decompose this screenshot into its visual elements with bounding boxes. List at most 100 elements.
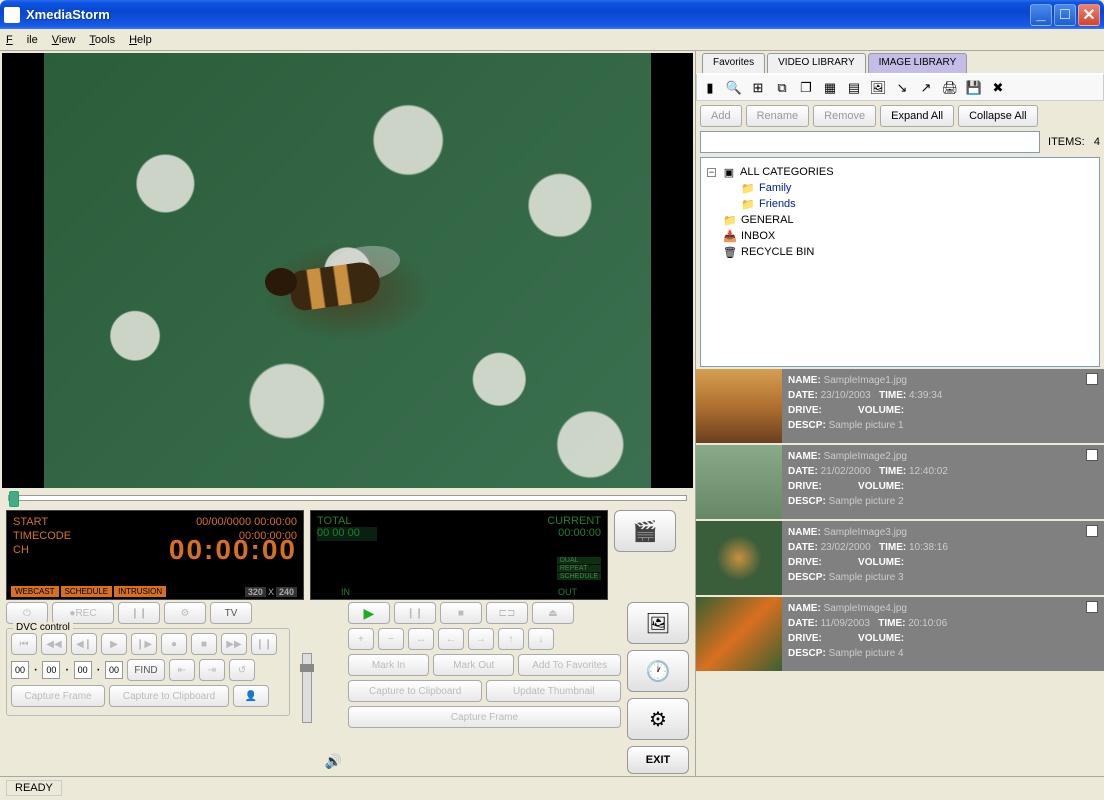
- expand-all-button[interactable]: Expand All: [880, 105, 954, 127]
- menu-help[interactable]: Help: [129, 34, 152, 46]
- tv-button[interactable]: TV: [210, 602, 252, 624]
- up-button[interactable]: ↑: [498, 628, 524, 650]
- eject-button[interactable]: ⏏: [532, 602, 574, 624]
- grid2-icon[interactable]: ▤: [845, 79, 863, 97]
- capture-frame-button[interactable]: Capture Frame: [11, 685, 105, 707]
- capture-frame2-button[interactable]: Capture Frame: [348, 706, 621, 728]
- dvc-tc-2[interactable]: [74, 661, 92, 679]
- dvc-tc-1[interactable]: [42, 661, 60, 679]
- titlebar[interactable]: ◆ XmediaStorm _ □ ✕: [0, 0, 1104, 29]
- pause-button[interactable]: ❙❙: [394, 602, 436, 624]
- dvc-back-button[interactable]: ◀◀: [41, 633, 67, 655]
- dvc-rewind-button[interactable]: ⏮: [11, 633, 37, 655]
- thumbnail-list[interactable]: NAME: SampleImage1.jpg DATE: 23/10/2003 …: [696, 369, 1104, 776]
- mark-out-button[interactable]: Mark Out: [433, 654, 514, 676]
- prev-button[interactable]: ←: [438, 628, 464, 650]
- expand-h-button[interactable]: ↔: [408, 628, 434, 650]
- remove-button[interactable]: Remove: [813, 105, 876, 127]
- list-item[interactable]: NAME: SampleImage3.jpg DATE: 23/02/2000 …: [696, 521, 1104, 595]
- stop-button[interactable]: ■: [440, 602, 482, 624]
- dvc-tc-3[interactable]: [105, 661, 123, 679]
- tab-favorites[interactable]: Favorites: [702, 53, 765, 73]
- dvc-ex2-button[interactable]: ⇥: [199, 659, 225, 681]
- add-favorites-button[interactable]: Add To Favorites: [518, 654, 621, 676]
- minimize-button[interactable]: _: [1030, 4, 1052, 26]
- print-icon[interactable]: 🖨: [941, 79, 959, 97]
- zoom-in-button[interactable]: +: [348, 628, 374, 650]
- gear-button[interactable]: ⚙: [627, 698, 689, 740]
- dvc-play-button[interactable]: ▶: [101, 633, 127, 655]
- dvc-stepback-button[interactable]: ◀❙: [71, 633, 97, 655]
- dvc-record-button[interactable]: ●: [161, 633, 187, 655]
- tree-recycle[interactable]: RECYCLE BIN: [741, 246, 814, 258]
- mark-in-button[interactable]: Mark In: [348, 654, 429, 676]
- menu-file[interactable]: File: [6, 34, 38, 46]
- tree-inbox[interactable]: INBOX: [741, 230, 775, 242]
- layers-icon[interactable]: ❐: [797, 79, 815, 97]
- collapse-all-button[interactable]: Collapse All: [958, 105, 1037, 127]
- find-button[interactable]: FIND: [127, 659, 165, 681]
- dvc-fwd-button[interactable]: ▶▶: [221, 633, 247, 655]
- capture-clipboard2-button[interactable]: Capture to Clipboard: [348, 680, 483, 702]
- power-button[interactable]: ⏻: [6, 602, 48, 624]
- dvc-stepfwd-button[interactable]: ❙▶: [131, 633, 157, 655]
- tree-friends[interactable]: Friends: [759, 198, 796, 210]
- dvc-pause-button[interactable]: ❙❙: [251, 633, 277, 655]
- list-item[interactable]: NAME: SampleImage2.jpg DATE: 21/02/2000 …: [696, 445, 1104, 519]
- settings-button[interactable]: ⚙: [164, 602, 206, 624]
- tree-general[interactable]: GENERAL: [741, 214, 794, 226]
- list-item[interactable]: NAME: SampleImage1.jpg DATE: 23/10/2003 …: [696, 369, 1104, 443]
- image-mode-button[interactable]: 🖼: [627, 602, 689, 644]
- grid1-icon[interactable]: ▦: [821, 79, 839, 97]
- mark-button[interactable]: ⊏⊐: [486, 602, 528, 624]
- capture-clipboard-button[interactable]: Capture to Clipboard: [109, 685, 229, 707]
- menu-view[interactable]: View: [52, 34, 76, 46]
- dvc-stop-button[interactable]: ■: [191, 633, 217, 655]
- tab-video-library[interactable]: VIDEO LIBRARY: [767, 53, 866, 73]
- volume-slider[interactable]: [302, 653, 312, 723]
- pause-rec-button[interactable]: ❙❙: [118, 602, 160, 624]
- update-thumbnail-button[interactable]: Update Thumbnail: [486, 680, 621, 702]
- search-icon[interactable]: 🔍: [725, 79, 743, 97]
- tree-icon[interactable]: ⊞: [749, 79, 767, 97]
- next-button[interactable]: →: [468, 628, 494, 650]
- maximize-button[interactable]: □: [1054, 4, 1076, 26]
- app-icon: ◆: [4, 7, 20, 23]
- palette-icon[interactable]: ▮: [701, 79, 719, 97]
- image-icon[interactable]: 🖼: [869, 79, 887, 97]
- close-button[interactable]: ✕: [1078, 4, 1100, 26]
- clock-button[interactable]: 🕐: [627, 650, 689, 692]
- zoom-out-button[interactable]: −: [378, 628, 404, 650]
- dvc-ex1-button[interactable]: ⇤: [169, 659, 195, 681]
- filter-input[interactable]: [700, 131, 1040, 153]
- down-button[interactable]: ↓: [528, 628, 554, 650]
- dvc-control-group: DVC control ⏮ ◀◀ ◀❙ ▶ ❙▶ ● ■ ▶▶ ❙❙ ·: [6, 628, 290, 716]
- import-icon[interactable]: ↘: [893, 79, 911, 97]
- folder-icon: 📁: [741, 197, 755, 211]
- category-tree[interactable]: −▣ALL CATEGORIES 📁Family 📁Friends 📁GENER…: [700, 157, 1100, 367]
- menu-tools[interactable]: Tools: [89, 34, 115, 46]
- play-button[interactable]: ▶: [348, 602, 390, 624]
- person-button[interactable]: 👤: [233, 685, 269, 707]
- dvc-tc-0[interactable]: [11, 661, 29, 679]
- tab-image-library[interactable]: IMAGE LIBRARY: [868, 53, 968, 73]
- save-icon[interactable]: 💾: [965, 79, 983, 97]
- item-checkbox[interactable]: [1086, 525, 1098, 537]
- delete-icon[interactable]: ✖: [989, 79, 1007, 97]
- rec-button[interactable]: ● REC: [52, 602, 114, 624]
- exit-button[interactable]: EXIT: [627, 746, 689, 774]
- item-checkbox[interactable]: [1086, 601, 1098, 613]
- tree-family[interactable]: Family: [759, 182, 791, 194]
- rename-button[interactable]: Rename: [746, 105, 810, 127]
- tree-collapse-icon[interactable]: −: [707, 168, 716, 177]
- item-checkbox[interactable]: [1086, 449, 1098, 461]
- list-item[interactable]: NAME: SampleImage4.jpg DATE: 11/09/2003 …: [696, 597, 1104, 671]
- dvc-ex3-button[interactable]: ↺: [229, 659, 255, 681]
- add-button[interactable]: Add: [700, 105, 742, 127]
- seek-slider[interactable]: [2, 488, 693, 508]
- badge-intrusion: INTRUSION: [114, 586, 166, 597]
- video-mode-button[interactable]: 🎬: [614, 510, 676, 552]
- copy-icon[interactable]: ⧉: [773, 79, 791, 97]
- export-icon[interactable]: ↗: [917, 79, 935, 97]
- item-checkbox[interactable]: [1086, 373, 1098, 385]
